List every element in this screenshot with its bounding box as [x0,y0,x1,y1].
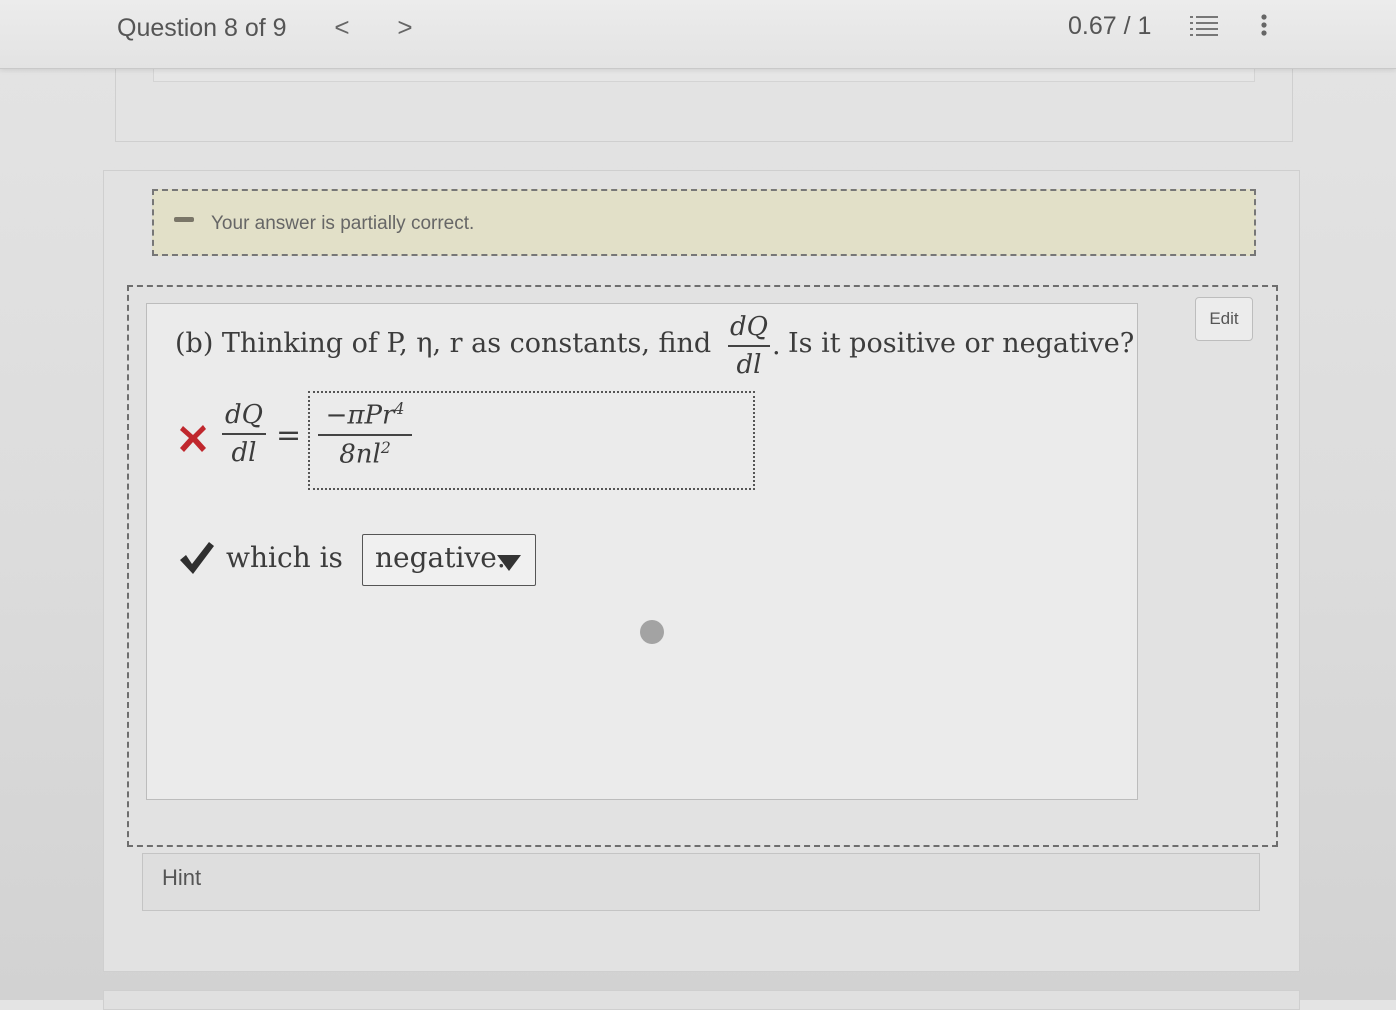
sign-dropdown-value: negative. [375,541,506,574]
prompt-fraction-denominator: dl [736,350,762,380]
correct-check-icon [178,540,216,576]
question-counter: Question 8 of 9 [117,14,287,42]
fraction-bar [222,433,266,435]
lhs-numerator: dQ [225,400,263,430]
cursor-dot [640,620,664,644]
sign-label: which is [226,541,343,574]
list-icon[interactable] [1190,14,1218,38]
hint-label: Hint [162,865,202,890]
hint-button[interactable]: Hint [142,853,1260,911]
next-card [103,990,1300,1010]
incorrect-x-icon [178,422,208,454]
edit-button[interactable]: Edit [1195,297,1253,341]
next-question-button[interactable]: > [393,12,417,43]
partial-minus-icon [174,217,194,222]
question-prompt: (b) Thinking of P, η, r as constants, fi… [175,328,712,359]
lhs-denominator: dl [231,438,257,468]
fraction-bar [728,345,770,347]
sign-dropdown[interactable]: negative. [362,534,536,586]
answer-numerator-text: −πPr [325,400,395,431]
equals-sign: = [276,418,302,453]
score-display: 0.67 / 1 [1068,12,1152,40]
prompt-period: . [772,330,781,361]
top-bar: Question 8 of 9 < > 0.67 / 1 [0,0,1396,69]
answer-denominator-text: 8nl [339,439,381,470]
answer-numerator-exponent: 4 [394,400,405,418]
fraction-bar [318,433,412,436]
answer-lhs-fraction: dQ dl [222,400,266,468]
previous-question-button[interactable]: < [330,12,354,43]
feedback-text: Your answer is partially correct. [211,213,475,234]
feedback-banner: Your answer is partially correct. [152,189,1256,256]
question-prompt-suffix: Is it positive or negative? [788,328,1135,359]
prompt-fraction-numerator: dQ [730,312,768,342]
more-vertical-icon[interactable] [1252,12,1276,40]
answer-denominator: 8nl2 [318,439,412,470]
answer-numerator: −πPr4 [318,400,412,431]
dropdown-caret-icon [497,555,521,571]
prompt-derivative-fraction: dQ dl [728,312,770,380]
answer-fraction: −πPr4 8nl2 [318,400,412,469]
answer-denominator-exponent: 2 [380,438,391,457]
